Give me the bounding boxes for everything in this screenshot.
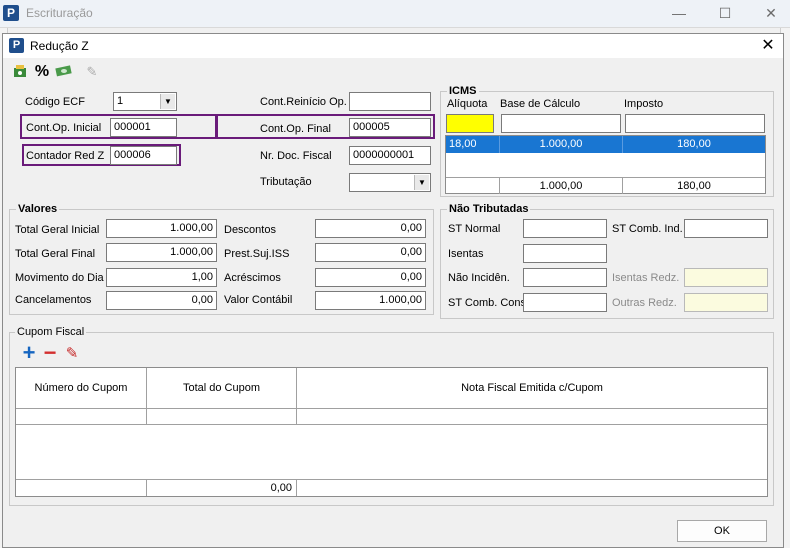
isentas-redz-field — [684, 268, 768, 287]
ok-button[interactable]: OK — [677, 520, 767, 542]
outras-redz-field — [684, 293, 768, 312]
cupom-row-total — [147, 409, 297, 424]
icms-legend: ICMS — [447, 85, 479, 97]
pen-icon[interactable]: ✎ — [82, 63, 102, 81]
acrescimos-field[interactable]: 0,00 — [315, 268, 426, 287]
edit-icon[interactable]: ✎ — [63, 345, 81, 363]
prest-suj-iss-label: Prest.Suj.ISS — [224, 248, 290, 260]
cancelamentos-label: Cancelamentos — [15, 294, 92, 306]
outras-redz-label: Outras Redz. — [612, 297, 677, 309]
close-button[interactable]: ✕ — [748, 0, 790, 28]
isentas-redz-label: Isentas Redz. — [612, 272, 680, 284]
cancelamentos-field[interactable]: 0,00 — [106, 291, 217, 310]
cupom-fiscal-legend: Cupom Fiscal — [15, 326, 87, 338]
dialog-close-button[interactable]: ✕ — [757, 35, 779, 57]
descontos-field[interactable]: 0,00 — [315, 219, 426, 238]
nao-incid-field[interactable] — [523, 268, 607, 287]
total-geral-inicial-label: Total Geral Inicial — [15, 224, 100, 236]
st-comb-ind-field[interactable] — [684, 219, 768, 238]
icms-footer-empty — [446, 178, 500, 194]
total-geral-final-field[interactable]: 1.000,00 — [106, 243, 217, 262]
money-report-icon[interactable] — [10, 63, 30, 81]
nr-doc-fiscal-label: Nr. Doc. Fiscal — [260, 150, 332, 162]
tributacao-label: Tributação — [260, 176, 312, 188]
movimento-dia-field[interactable]: 1,00 — [106, 268, 217, 287]
icms-grid-footer: 1.000,00 180,00 — [446, 177, 765, 194]
contador-red-z-label: Contador Red Z — [26, 150, 105, 162]
codigo-ecf-label: Código ECF — [25, 96, 85, 108]
cupom-grid-header: Número do Cupom Total do Cupom Nota Fisc… — [16, 368, 767, 409]
percent-icon[interactable]: % — [32, 63, 52, 81]
total-geral-inicial-field[interactable]: 1.000,00 — [106, 219, 217, 238]
movimento-dia-label: Movimento do Dia — [15, 272, 104, 284]
icms-row-base: 1.000,00 — [500, 136, 623, 153]
nao-incid-label: Não Incidên. — [448, 272, 510, 284]
minimize-button[interactable]: — — [656, 0, 702, 28]
col-total-cupom[interactable]: Total do Cupom — [147, 368, 297, 409]
contador-red-z-field[interactable]: 000006 — [110, 146, 177, 165]
chevron-down-icon: ▼ — [414, 175, 429, 190]
st-normal-label: ST Normal — [448, 223, 501, 235]
cupom-footer-empty — [16, 480, 147, 496]
codigo-ecf-value: 1 — [117, 95, 124, 107]
dialog-title-bar — [3, 34, 783, 58]
cont-op-final-label: Cont.Op. Final — [260, 123, 331, 135]
ok-button-label: OK — [714, 525, 730, 537]
cupom-footer-total: 0,00 — [147, 480, 297, 496]
total-geral-final-label: Total Geral Final — [15, 248, 96, 260]
dialog-logo-icon: P — [9, 38, 24, 53]
cont-op-final-field[interactable]: 000005 — [349, 118, 431, 137]
icms-aliquota-input[interactable] — [446, 114, 494, 133]
cupom-grid: Número do Cupom Total do Cupom Nota Fisc… — [15, 367, 768, 497]
prest-suj-iss-field[interactable]: 0,00 — [315, 243, 426, 262]
icms-footer-imposto: 180,00 — [677, 180, 711, 192]
acrescimos-label: Acréscimos — [224, 272, 281, 284]
valor-contabil-field[interactable]: 1.000,00 — [315, 291, 426, 310]
isentas-field[interactable] — [523, 244, 607, 263]
st-comb-cons-label: ST Comb. Cons — [448, 297, 527, 309]
icms-imposto-input[interactable] — [625, 114, 765, 133]
parent-window-title: Escrituração — [26, 6, 93, 20]
valor-contabil-label: Valor Contábil — [224, 294, 293, 306]
tributacao-select[interactable]: ▼ — [349, 173, 431, 192]
icms-footer-base: 1.000,00 — [500, 178, 623, 194]
icms-col-aliquota: Alíquota — [447, 98, 488, 110]
icms-grid-row[interactable]: 18,00 1.000,00 180,00 — [446, 136, 765, 153]
col-numero-cupom[interactable]: Número do Cupom — [16, 368, 147, 409]
cont-reinicio-field[interactable] — [349, 92, 431, 111]
cont-op-inicial-label: Cont.Op. Inicial — [26, 122, 102, 134]
maximize-button[interactable]: ☐ — [702, 0, 748, 28]
nao-tributadas-legend: Não Tributadas — [447, 203, 531, 215]
codigo-ecf-select[interactable]: 1 ▼ — [113, 92, 177, 111]
money-stack-icon[interactable] — [54, 63, 74, 81]
valores-legend: Valores — [16, 203, 60, 215]
icms-col-imposto: Imposto — [624, 98, 664, 110]
cupom-row-numero — [16, 409, 147, 424]
st-normal-field[interactable] — [523, 219, 607, 238]
st-comb-cons-field[interactable] — [523, 293, 607, 312]
icms-row-imposto: 180,00 — [677, 138, 711, 150]
dialog-title: Redução Z — [30, 39, 89, 53]
chevron-down-icon: ▼ — [160, 94, 175, 109]
app-logo-icon: P — [3, 5, 19, 21]
icms-row-aliquota: 18,00 — [446, 136, 500, 153]
icms-grid: 18,00 1.000,00 180,00 1.000,00 180,00 — [445, 135, 766, 194]
descontos-label: Descontos — [224, 224, 276, 236]
isentas-label: Isentas — [448, 248, 484, 260]
cupom-grid-row[interactable] — [16, 409, 767, 425]
reducao-z-dialog: P Redução Z ✕ % ✎ Código ECF 1 ▼ Cont.Op… — [2, 33, 784, 548]
add-icon[interactable]: + — [20, 342, 38, 364]
col-nota-fiscal[interactable]: Nota Fiscal Emitida c/Cupom — [297, 368, 767, 409]
st-comb-ind-label: ST Comb. Ind. — [612, 223, 683, 235]
cont-reinicio-label: Cont.Reinício Op. — [260, 96, 347, 108]
cupom-grid-footer: 0,00 — [16, 479, 767, 496]
nr-doc-fiscal-field[interactable]: 0000000001 — [349, 146, 431, 165]
cont-op-inicial-field[interactable]: 000001 — [110, 118, 177, 137]
remove-icon[interactable]: − — [41, 342, 59, 364]
icms-base-input[interactable] — [501, 114, 621, 133]
icms-col-base: Base de Cálculo — [500, 98, 581, 110]
